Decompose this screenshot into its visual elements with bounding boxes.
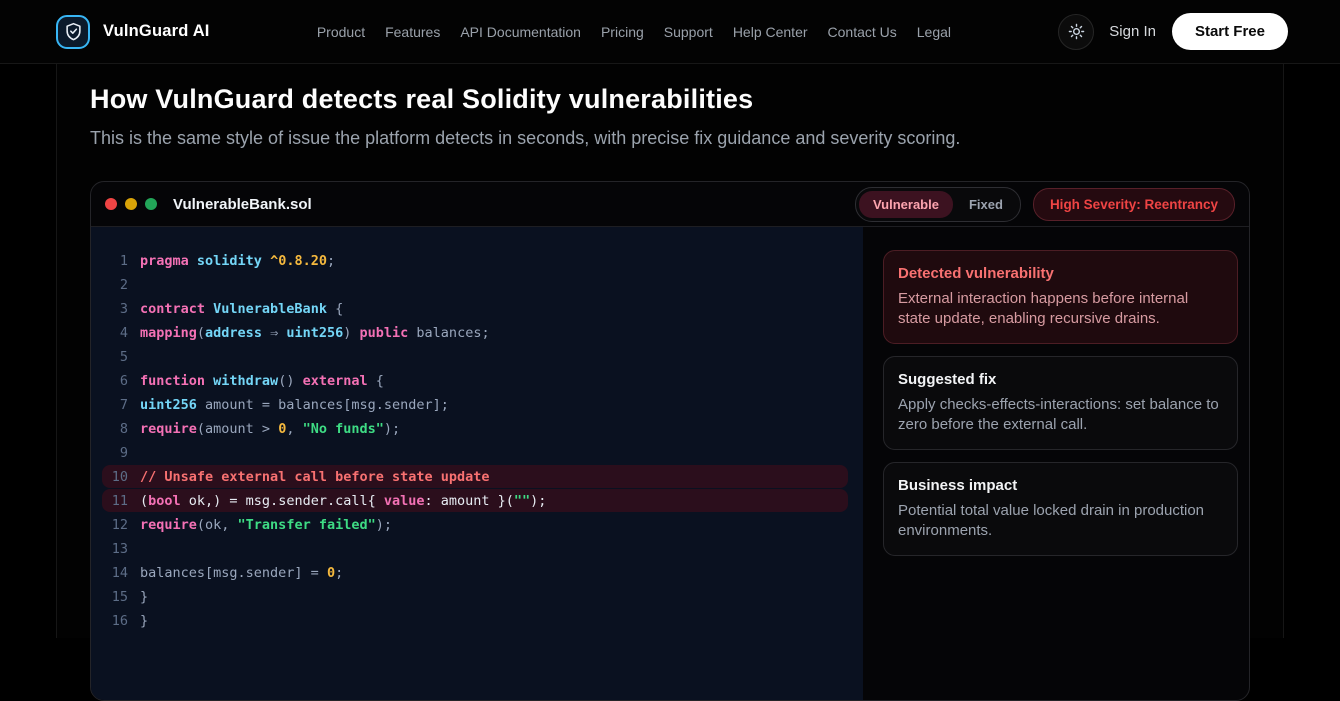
line-number: 15 [91, 585, 128, 609]
panel-body: External interaction happens before inte… [898, 289, 1223, 329]
page-title: How VulnGuard detects real Solidity vuln… [90, 84, 1250, 115]
code-line-5: 5 [91, 345, 863, 369]
code-line-12: 12require(ok, "Transfer failed"); [91, 513, 863, 537]
insight-panels: Detected vulnerability External interacti… [883, 227, 1238, 701]
code-line-2: 2 [91, 273, 863, 297]
traffic-light-red-icon [105, 198, 117, 210]
code-line-1: 1pragma solidity ^0.8.20; [91, 249, 863, 273]
nav-link-pricing[interactable]: Pricing [601, 24, 644, 40]
panel-business-impact: Business impact Potential total value loc… [883, 462, 1238, 556]
nav-right: Sign In Start Free [1058, 13, 1288, 50]
code-line-8: 8require(amount > 0, "No funds"); [91, 417, 863, 441]
editor-header-right: Vulnerable Fixed High Severity: Reentran… [855, 187, 1235, 222]
code-line-13: 13 [91, 537, 863, 561]
line-number: 10 [91, 465, 128, 489]
toggle-vulnerable-button[interactable]: Vulnerable [859, 191, 953, 218]
nav-link-help-center[interactable]: Help Center [733, 24, 808, 40]
code-line-15: 15} [91, 585, 863, 609]
nav-link-legal[interactable]: Legal [917, 24, 951, 40]
code-line-10-highlighted: 10// Unsafe external call before state u… [91, 465, 863, 489]
line-number: 3 [91, 297, 128, 321]
line-number: 16 [91, 609, 128, 633]
line-number: 6 [91, 369, 128, 393]
toggle-fixed-button[interactable]: Fixed [955, 191, 1017, 218]
nav-link-contact-us[interactable]: Contact Us [828, 24, 897, 40]
traffic-light-amber-icon [125, 198, 137, 210]
code-line-4: 4mapping(address ⇒ uint256) public balan… [91, 321, 863, 345]
nav-link-api-documentation[interactable]: API Documentation [460, 24, 581, 40]
editor-header: VulnerableBank.sol Vulnerable Fixed High… [91, 182, 1249, 227]
line-number: 11 [91, 489, 128, 513]
code-line-6: 6function withdraw() external { [91, 369, 863, 393]
severity-badge: High Severity: Reentrancy [1033, 188, 1235, 221]
panel-body: Potential total value locked drain in pr… [898, 501, 1223, 541]
code-line-9: 9 [91, 441, 863, 465]
brand-name: VulnGuard AI [103, 22, 210, 41]
theme-toggle-button[interactable] [1058, 14, 1094, 50]
shield-check-icon [56, 15, 90, 49]
code-line-11-highlighted: 11(bool ok,) = msg.sender.call{ value: a… [91, 489, 863, 513]
panel-detected-vulnerability: Detected vulnerability External interacti… [883, 250, 1238, 344]
sun-icon [1068, 23, 1085, 40]
editor-header-left: VulnerableBank.sol [105, 196, 312, 213]
start-free-button[interactable]: Start Free [1172, 13, 1288, 50]
nav-link-features[interactable]: Features [385, 24, 440, 40]
code-editor-card: VulnerableBank.sol Vulnerable Fixed High… [90, 181, 1250, 701]
traffic-light-green-icon [145, 198, 157, 210]
nav-link-product[interactable]: Product [317, 24, 365, 40]
line-number: 5 [91, 345, 128, 369]
panel-title: Business impact [898, 477, 1223, 494]
editor-body: 1pragma solidity ^0.8.20;23contract Vuln… [91, 227, 1249, 701]
line-number: 12 [91, 513, 128, 537]
code-line-16: 16} [91, 609, 863, 633]
code-panel: 1pragma solidity ^0.8.20;23contract Vuln… [91, 227, 863, 701]
code-line-3: 3contract VulnerableBank { [91, 297, 863, 321]
line-number: 13 [91, 537, 128, 561]
panel-title: Detected vulnerability [898, 265, 1223, 282]
line-number: 4 [91, 321, 128, 345]
line-number: 2 [91, 273, 128, 297]
panel-title: Suggested fix [898, 371, 1223, 388]
line-number: 9 [91, 441, 128, 465]
panel-body: Apply checks-effects-interactions: set b… [898, 395, 1223, 435]
brand[interactable]: VulnGuard AI [56, 15, 210, 49]
nav-links: Product Features API Documentation Pricing S… [210, 24, 1059, 40]
sign-in-link[interactable]: Sign In [1109, 23, 1156, 40]
line-number: 1 [91, 249, 128, 273]
file-name: VulnerableBank.sol [173, 196, 312, 213]
top-navbar: VulnGuard AI Product Features API Document… [0, 0, 1340, 64]
code-version-toggle: Vulnerable Fixed [855, 187, 1021, 222]
line-number: 7 [91, 393, 128, 417]
line-number: 14 [91, 561, 128, 585]
panel-suggested-fix: Suggested fix Apply checks-effects-intera… [883, 356, 1238, 450]
code-line-7: 7uint256 amount = balances[msg.sender]; [91, 393, 863, 417]
line-number: 8 [91, 417, 128, 441]
content-section: How VulnGuard detects real Solidity vuln… [56, 64, 1284, 638]
code-line-14: 14balances[msg.sender] = 0; [91, 561, 863, 585]
nav-link-support[interactable]: Support [664, 24, 713, 40]
page-subtitle: This is the same style of issue the plat… [90, 128, 1250, 149]
